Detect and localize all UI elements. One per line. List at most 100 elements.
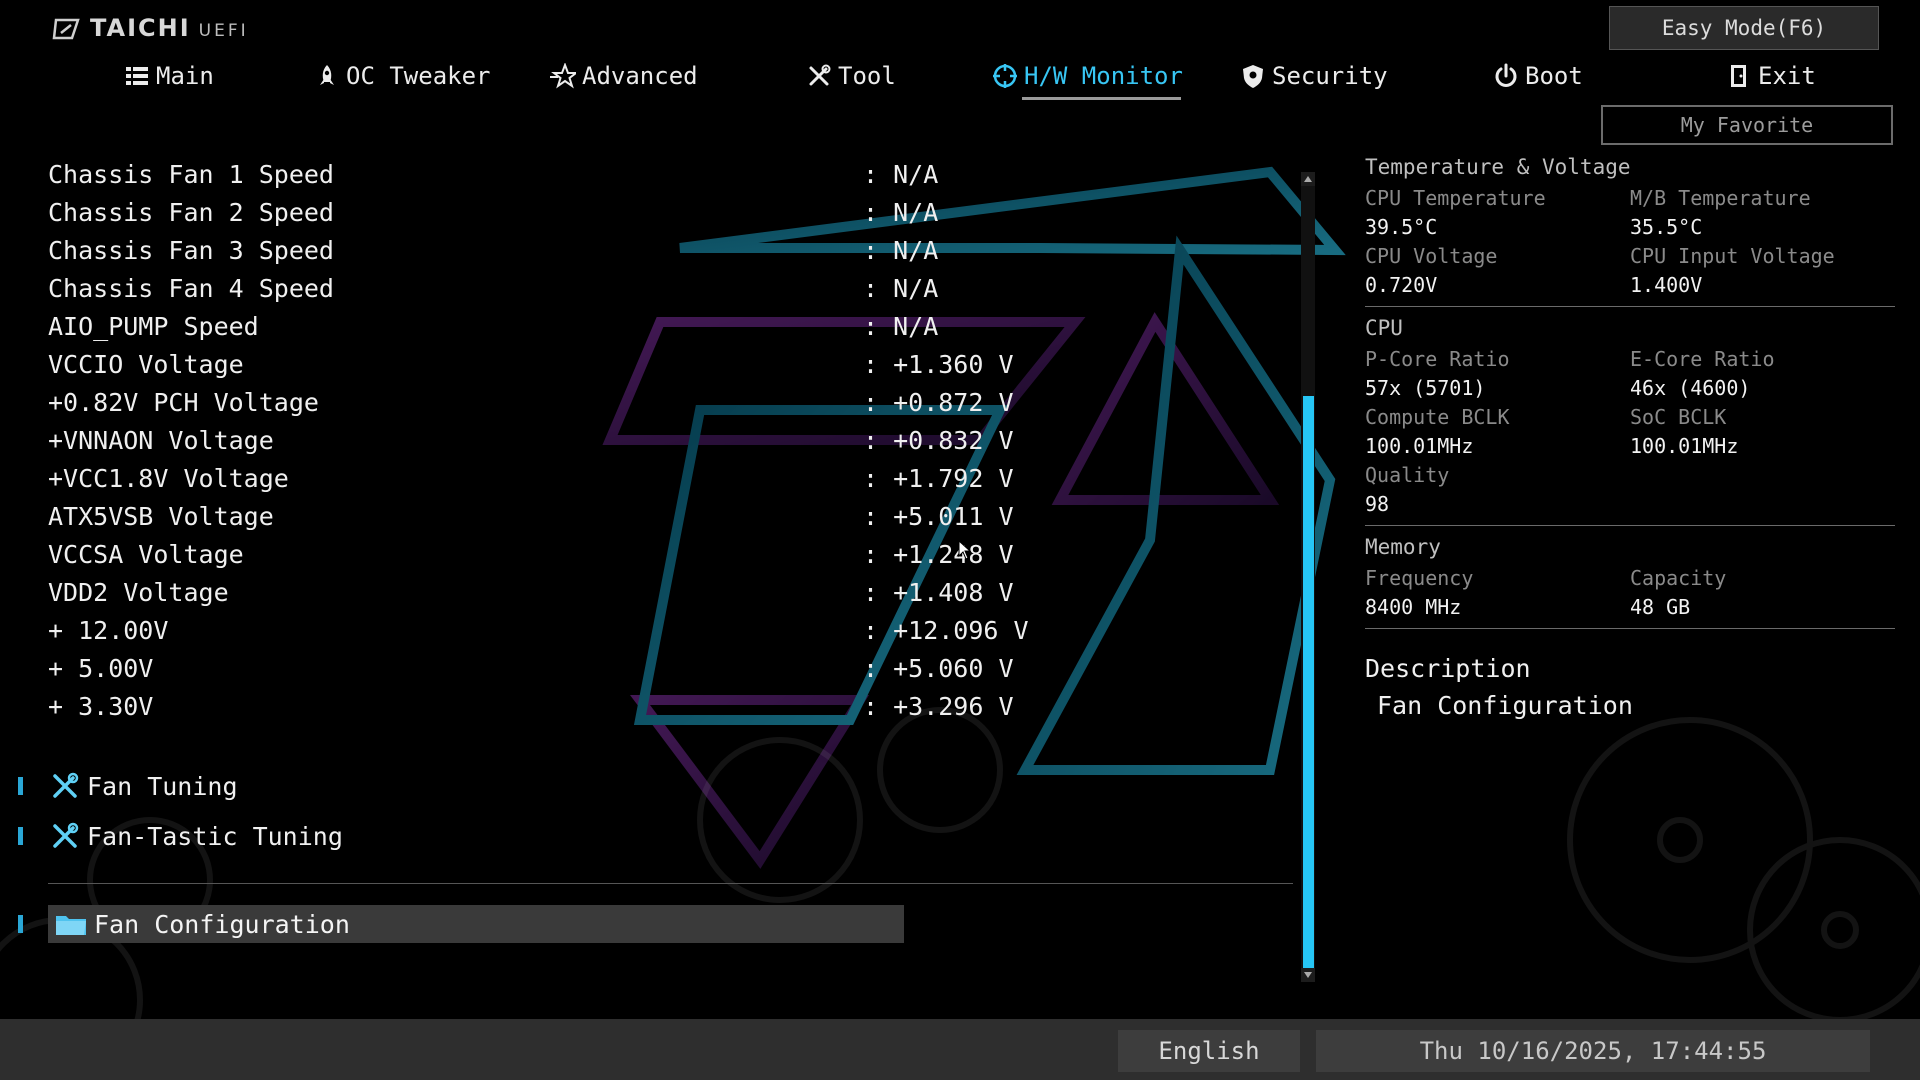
tab-advanced[interactable]: Advanced xyxy=(550,56,698,96)
reading-value: : +12.096 V xyxy=(863,616,1029,645)
reading-row: AIO_PUMP Speed: N/A xyxy=(48,308,1048,346)
tools-icon xyxy=(53,822,79,848)
reading-label: +VCC1.8V Voltage xyxy=(48,464,289,493)
scroll-up-arrow-icon[interactable] xyxy=(1301,172,1315,186)
mouse-cursor-icon xyxy=(958,540,972,560)
pcore-ratio-label: P-Core Ratio xyxy=(1365,347,1510,371)
reading-value: : N/A xyxy=(863,312,939,341)
soc-bclk-value: 100.01MHz xyxy=(1630,434,1739,458)
compute-bclk-value: 100.01MHz xyxy=(1365,434,1474,458)
reading-value: : +0.832 V xyxy=(863,426,1014,455)
soc-bclk-label: SoC BCLK xyxy=(1630,405,1727,429)
item-marker xyxy=(18,777,23,795)
reading-row: ATX5VSB Voltage : +5.011 V xyxy=(48,498,1048,536)
reading-row: + 5.00V: +5.060 V xyxy=(48,650,1048,688)
reading-value: : N/A xyxy=(863,198,939,227)
reading-label: Chassis Fan 3 Speed xyxy=(48,236,334,265)
temp-voltage-title: Temperature & Voltage xyxy=(1365,155,1631,179)
reading-label: ATX5VSB Voltage xyxy=(48,502,274,531)
reading-label: VCCIO Voltage xyxy=(48,350,244,379)
fan-tuning-item[interactable]: Fan Tuning xyxy=(18,766,238,806)
description-title: Description xyxy=(1365,654,1531,683)
brand-sub: UEFI xyxy=(198,21,249,41)
reading-row: + 3.30V : +3.296 V xyxy=(48,688,1048,726)
reading-row: VCCSA Voltage : +1.248 V xyxy=(48,536,1048,574)
crosshair-icon xyxy=(993,64,1017,88)
tab-exit[interactable]: Exit xyxy=(1726,56,1816,96)
cpu-temp-label: CPU Temperature xyxy=(1365,186,1546,210)
reading-value: : N/A xyxy=(863,236,939,265)
reading-label: VCCSA Voltage xyxy=(48,540,244,569)
brand-name: TAICHI xyxy=(90,14,191,42)
list-divider xyxy=(48,883,1293,884)
reading-label: + 12.00V xyxy=(48,616,169,645)
reading-value: : +5.011 V xyxy=(863,502,1014,531)
cpu-input-voltage-label: CPU Input Voltage xyxy=(1630,244,1835,268)
reading-row: VCCIO Voltage: +1.360 V xyxy=(48,346,1048,384)
my-favorite-button[interactable]: My Favorite xyxy=(1601,105,1893,145)
reading-value: : +3.296 V xyxy=(863,692,1014,721)
quality-value: 98 xyxy=(1365,492,1390,516)
folder-icon xyxy=(56,916,86,935)
tools-icon xyxy=(809,64,831,86)
taichi-logo: TAICHI UEFI xyxy=(52,14,249,42)
tab-main[interactable]: Main xyxy=(124,56,214,96)
reading-label: VDD2 Voltage xyxy=(48,578,229,607)
memory-section-title: Memory xyxy=(1365,535,1441,559)
reading-value: : +1.792 V xyxy=(863,464,1014,493)
panel-divider xyxy=(1365,628,1895,629)
ecore-ratio-label: E-Core Ratio xyxy=(1630,347,1775,371)
tab-boot[interactable]: Boot xyxy=(1493,56,1583,96)
fan-tuning-label: Fan Tuning xyxy=(87,771,238,801)
top-nav: Main OC Tweaker Advanced Tool H/W Monito… xyxy=(0,56,1816,100)
fan-configuration-item[interactable]: Fan Configuration xyxy=(48,905,904,943)
reading-value: : +0.872 V xyxy=(863,388,1014,417)
hw-readings-list: Chassis Fan 1 Speed: N/A Chassis Fan 2 S… xyxy=(48,156,1048,726)
scrollbar-thumb[interactable] xyxy=(1303,396,1314,968)
memory-capacity-label: Capacity xyxy=(1630,566,1727,590)
power-icon xyxy=(1495,63,1517,87)
datetime-display: Thu 10/16/2025, 17:44:55 xyxy=(1316,1030,1870,1072)
ecore-ratio-value: 46x (4600) xyxy=(1630,376,1751,400)
tab-boot-label: Boot xyxy=(1525,62,1583,90)
panel-divider xyxy=(1365,525,1895,526)
reading-row: Chassis Fan 4 Speed: N/A xyxy=(48,270,1048,308)
taichi-logo-icon xyxy=(52,18,80,40)
description-text: Fan Configuration xyxy=(1377,691,1633,720)
fan-configuration-label: Fan Configuration xyxy=(94,909,350,939)
tab-security-label: Security xyxy=(1272,62,1388,90)
reading-row: VDD2 Voltage : +1.408 V xyxy=(48,574,1048,612)
memory-frequency-label: Frequency xyxy=(1365,566,1474,590)
cpu-section-title: CPU xyxy=(1365,316,1403,340)
scroll-down-arrow-icon[interactable] xyxy=(1301,968,1315,982)
reading-row: Chassis Fan 3 Speed : N/A xyxy=(48,232,1048,270)
reading-label: +0.82V PCH Voltage xyxy=(48,388,319,417)
tab-tool-label: Tool xyxy=(838,62,896,90)
reading-row: Chassis Fan 1 Speed: N/A xyxy=(48,156,1048,194)
reading-row: +VCC1.8V Voltage : +1.792 V xyxy=(48,460,1048,498)
cpu-voltage-label: CPU Voltage xyxy=(1365,244,1498,268)
reading-label: Chassis Fan 2 Speed xyxy=(48,198,334,227)
tab-oc-tweaker-label: OC Tweaker xyxy=(346,62,491,90)
compute-bclk-label: Compute BCLK xyxy=(1365,405,1510,429)
tools-icon xyxy=(53,772,79,798)
language-button[interactable]: English xyxy=(1118,1030,1300,1072)
reading-row: + 12.00V : +12.096 V xyxy=(48,612,1048,650)
tab-main-label: Main xyxy=(156,62,214,90)
cpu-input-voltage-value: 1.400V xyxy=(1630,273,1703,297)
fan-tastic-tuning-item[interactable]: Fan-Tastic Tuning xyxy=(18,816,343,856)
reading-label: Chassis Fan 4 Speed xyxy=(48,274,334,303)
pcore-ratio-value: 57x (5701) xyxy=(1365,376,1486,400)
reading-value: : +1.248 V xyxy=(863,540,1014,569)
tab-security[interactable]: Security xyxy=(1240,56,1388,96)
tab-hw-monitor-label: H/W Monitor xyxy=(1024,62,1183,90)
reading-value: : +1.408 V xyxy=(863,578,1014,607)
tab-oc-tweaker[interactable]: OC Tweaker xyxy=(314,56,491,96)
tab-hw-monitor[interactable]: H/W Monitor xyxy=(992,56,1183,100)
memory-capacity-value: 48 GB xyxy=(1630,595,1691,619)
reading-label: + 3.30V xyxy=(48,692,154,721)
tab-tool[interactable]: Tool xyxy=(806,56,896,96)
list-icon xyxy=(126,67,148,85)
panel-divider xyxy=(1365,306,1895,307)
easy-mode-button[interactable]: Easy Mode(F6) xyxy=(1609,6,1879,50)
